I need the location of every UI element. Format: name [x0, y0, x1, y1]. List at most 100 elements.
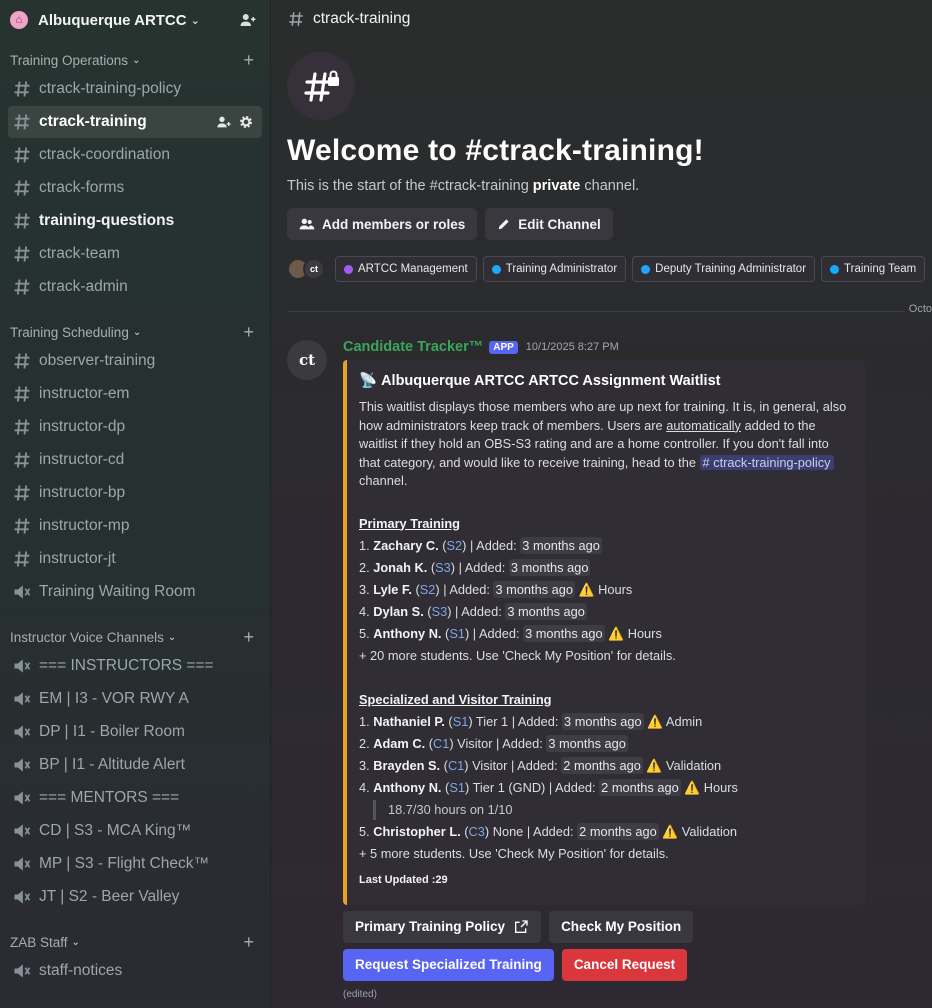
- role-chip[interactable]: Training Administrator: [482, 256, 627, 282]
- main-panel: ctrack-training Welcome to #ctrack-train…: [271, 0, 932, 1008]
- date-divider-label: Octo: [904, 303, 932, 315]
- category-header[interactable]: Instructor Voice Channels ⌄ +: [0, 625, 270, 649]
- check-my-position-button[interactable]: Check My Position: [549, 910, 694, 943]
- student-name: Lyle F.: [373, 581, 412, 597]
- create-channel-plus-icon[interactable]: +: [243, 628, 254, 646]
- category-label-wrap: Training Scheduling ⌄: [10, 325, 243, 340]
- invite-people-icon[interactable]: [216, 114, 232, 130]
- category-spacer: [0, 988, 270, 996]
- sidebar-channel-item[interactable]: instructor-cd: [8, 444, 262, 476]
- date-divider: Octo: [287, 303, 932, 315]
- sidebar-channel-item[interactable]: observer-training: [8, 345, 262, 377]
- private-channel-icon: [287, 52, 355, 120]
- server-name-wrap: Albuquerque ARTCC ⌄: [38, 12, 238, 29]
- added-timestamp: 3 months ago: [562, 712, 644, 730]
- entry-detail: ) | Added:: [447, 603, 506, 619]
- cancel-request-button[interactable]: Cancel Request: [561, 948, 688, 981]
- sidebar-channel-item[interactable]: === INSTRUCTORS ===: [8, 650, 262, 682]
- create-channel-plus-icon[interactable]: +: [243, 933, 254, 951]
- entry-number: 5.: [359, 625, 370, 641]
- role-label: Training Administrator: [505, 263, 618, 275]
- channel-mention-link[interactable]: # ctrack-training-policy: [699, 454, 834, 470]
- sidebar-channel-item[interactable]: CD | S3 - MCA King™: [8, 815, 262, 847]
- speaker-channel-icon: [11, 655, 33, 677]
- sidebar-channel-item[interactable]: instructor-bp: [8, 477, 262, 509]
- server-header[interactable]: ⌂ Albuquerque ARTCC ⌄: [0, 0, 270, 40]
- channel-label: instructor-em: [39, 385, 130, 402]
- sidebar-channel-item[interactable]: ctrack-forms: [8, 172, 262, 204]
- create-channel-plus-icon[interactable]: +: [243, 323, 254, 341]
- role-chip[interactable]: Deputy Training Administrator: [632, 256, 816, 282]
- sidebar-channel-item[interactable]: staff-notices: [8, 955, 262, 987]
- added-timestamp: 3 months ago: [505, 602, 587, 620]
- role-chip[interactable]: Training Team: [821, 256, 926, 282]
- channel-label: BP | I1 - Altitude Alert: [39, 756, 185, 773]
- sidebar-channel-item[interactable]: ctrack-admin: [8, 271, 262, 303]
- sidebar-channel-item[interactable]: JT | S2 - Beer Valley: [8, 881, 262, 913]
- invite-people-icon[interactable]: [238, 11, 258, 29]
- sidebar-channel-item[interactable]: instructor-em: [8, 378, 262, 410]
- sidebar-channel-item[interactable]: DP | I1 - Boiler Room: [8, 716, 262, 748]
- hash-channel-icon: [11, 210, 33, 232]
- bot-avatar[interactable]: ct: [287, 340, 327, 380]
- channel-label: === INSTRUCTORS ===: [39, 657, 214, 674]
- category-header[interactable]: Training Scheduling ⌄ +: [0, 320, 270, 344]
- rating-open: (: [427, 559, 436, 575]
- edited-marker: (edited): [343, 988, 377, 1000]
- waitlist-entry: 2. Adam C. (C1) Visitor | Added: 3 month…: [359, 733, 851, 755]
- rating-open: (: [440, 757, 448, 773]
- speaker-channel-icon: [11, 960, 33, 982]
- desc-part-3: channel.: [359, 473, 408, 488]
- warning-icon: ⚠️: [646, 757, 663, 773]
- sidebar-channel-item[interactable]: instructor-jt: [8, 543, 262, 575]
- request-specialized-training-button[interactable]: Request Specialized Training: [343, 948, 554, 981]
- sidebar-channel-item[interactable]: ctrack-coordination: [8, 139, 262, 171]
- gear-icon[interactable]: [238, 114, 254, 130]
- student-name: Anthony N.: [373, 625, 442, 641]
- sidebar-channel-item[interactable]: EM | I3 - VOR RWY A: [8, 683, 262, 715]
- sidebar-channel-item[interactable]: Training Waiting Room: [8, 576, 262, 608]
- role-chip[interactable]: ARTCC Management: [335, 256, 477, 282]
- edit-channel-button[interactable]: Edit Channel: [485, 208, 613, 240]
- sidebar-channel-item[interactable]: ctrack-training-policy: [8, 73, 262, 105]
- server-name: Albuquerque ARTCC: [38, 11, 187, 29]
- sidebar-channel-item[interactable]: instructor-dp: [8, 411, 262, 443]
- category-header[interactable]: Training Operations ⌄ +: [0, 48, 270, 72]
- sidebar-channel-item[interactable]: training-questions: [8, 205, 262, 237]
- channel-label: CD | S3 - MCA King™: [39, 822, 192, 839]
- speaker-channel-icon: [11, 721, 33, 743]
- add-members-button[interactable]: Add members or roles: [287, 208, 478, 240]
- create-channel-plus-icon[interactable]: +: [243, 51, 254, 69]
- welcome-title: Welcome to #ctrack-training!: [287, 134, 704, 167]
- rating-open: (: [438, 537, 447, 553]
- added-timestamp: 3 months ago: [508, 558, 591, 576]
- special-more: + 5 more students. Use 'Check My Positio…: [359, 845, 669, 861]
- entry-number: 3.: [359, 757, 370, 773]
- category-header[interactable]: ZAB Staff ⌄ +: [0, 930, 270, 954]
- student-name: Anthony N.: [373, 779, 442, 795]
- sidebar-channel-item[interactable]: MP | S3 - Flight Check™: [8, 848, 262, 880]
- category-label: ZAB Staff: [10, 934, 68, 950]
- primary-training-policy-button[interactable]: Primary Training Policy: [343, 910, 542, 943]
- sidebar-channel-item[interactable]: instructor-mp: [8, 510, 262, 542]
- category-label: Instructor Voice Channels: [10, 629, 164, 645]
- message-author[interactable]: Candidate Tracker™: [343, 339, 483, 355]
- category-label-wrap: Training Operations ⌄: [10, 53, 243, 68]
- entry-detail: ) Tier 1 (GND) | Added:: [464, 779, 600, 795]
- welcome-subtitle: This is the start of the #ctrack-trainin…: [287, 178, 916, 194]
- primary-more: + 20 more students. Use 'Check My Positi…: [359, 647, 676, 663]
- waitlist-entry: 1. Nathaniel P. (S1) Tier 1 | Added: 3 m…: [359, 711, 851, 733]
- add-members-label: Add members or roles: [322, 216, 466, 232]
- hash-channel-icon: [11, 515, 33, 537]
- channel-title: ctrack-training: [313, 10, 411, 27]
- channel-label: JT | S2 - Beer Valley: [39, 888, 180, 905]
- warning-icon: ⚠️: [684, 779, 701, 795]
- sidebar-channel-item[interactable]: ctrack-training: [8, 106, 262, 138]
- warning-note: Hours: [703, 779, 738, 795]
- category-spacer: [0, 304, 270, 312]
- sidebar-channel-item[interactable]: ctrack-team: [8, 238, 262, 270]
- sidebar-channel-item[interactable]: === MENTORS ===: [8, 782, 262, 814]
- member-avatars[interactable]: ct: [287, 258, 325, 280]
- embed-description: This waitlist displays those members who…: [359, 398, 851, 491]
- sidebar-channel-item[interactable]: BP | I1 - Altitude Alert: [8, 749, 262, 781]
